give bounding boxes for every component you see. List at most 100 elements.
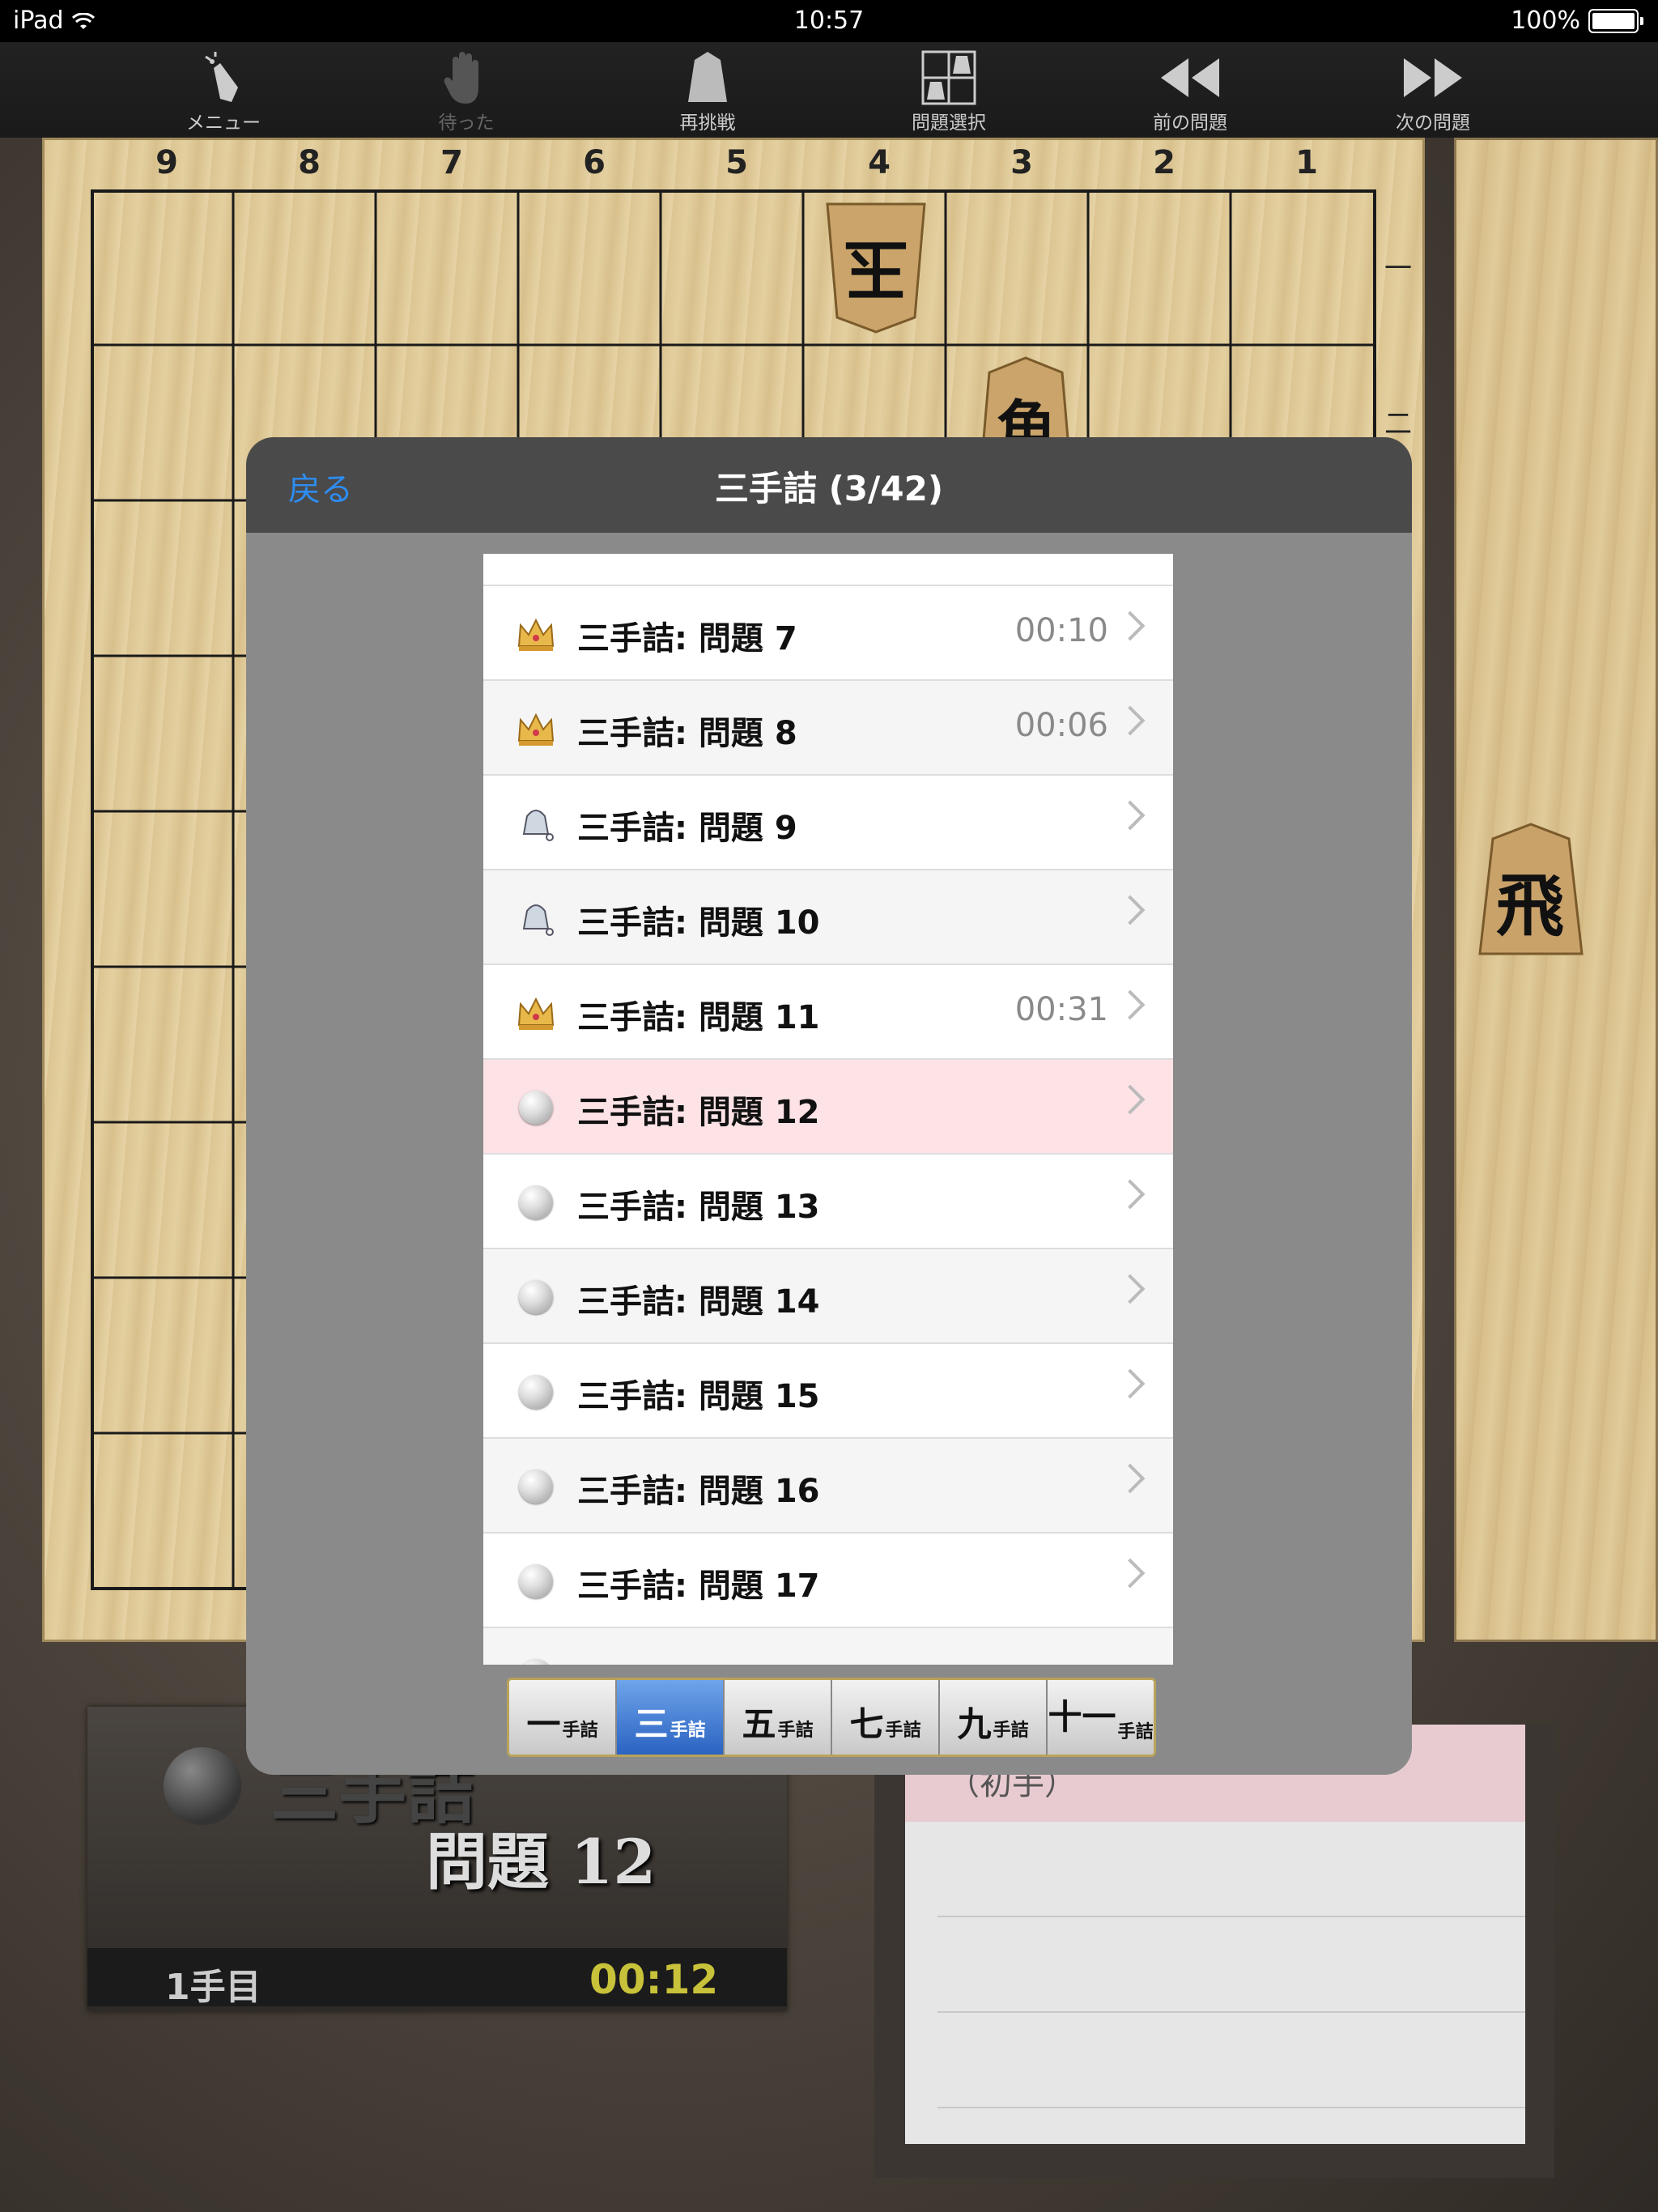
battery-percent: 100% bbox=[1511, 6, 1580, 35]
circle-icon bbox=[519, 1470, 553, 1504]
chevron-right-icon bbox=[1115, 705, 1146, 736]
row-time: 00:31 bbox=[1014, 991, 1108, 1028]
rewind-icon bbox=[1125, 49, 1255, 107]
list-item[interactable] bbox=[483, 1628, 1173, 1665]
row-label: 三手詰: 問題 8 bbox=[577, 715, 797, 752]
problem-select-label: 問題選択 bbox=[912, 113, 986, 134]
row-time: 00:10 bbox=[1014, 612, 1108, 649]
hand-icon bbox=[402, 49, 531, 107]
row-label: 三手詰: 問題 9 bbox=[577, 810, 797, 847]
chevron-right-icon bbox=[1115, 989, 1146, 1020]
undo-label: 待った bbox=[438, 113, 495, 134]
move-label: 1手目 bbox=[165, 1967, 261, 2008]
bell-icon bbox=[522, 810, 554, 841]
rank-label: 一 bbox=[1384, 253, 1412, 285]
rook-char: 飛 bbox=[1496, 866, 1565, 946]
moves-segmented-control[interactable]: 一手詰 三手詰 五手詰 七手詰 九手詰 十一 手詰 bbox=[507, 1678, 1156, 1757]
problem-row-8[interactable]: 三手詰: 問題 8 00:06 bbox=[483, 681, 1173, 776]
circle-icon bbox=[519, 1375, 553, 1409]
chevron-right-icon bbox=[1115, 1274, 1146, 1304]
problem-select-button[interactable]: 問題選択 bbox=[884, 49, 1014, 134]
file-label: 8 bbox=[298, 144, 321, 181]
menu-button[interactable]: メニュー bbox=[159, 49, 288, 134]
menu-tap-icon bbox=[159, 49, 288, 107]
segment-big: 一 bbox=[526, 1704, 561, 1744]
grid-select-icon bbox=[884, 49, 1014, 107]
segment-big: 九 bbox=[957, 1704, 992, 1744]
file-label: 5 bbox=[725, 144, 748, 181]
kifu-panel: （初手） bbox=[874, 1725, 1554, 2178]
battery-icon bbox=[1588, 8, 1643, 33]
clock: 10:57 bbox=[793, 6, 865, 35]
divider bbox=[937, 1916, 1525, 1917]
row-label: 三手詰: 問題 16 bbox=[577, 1473, 820, 1510]
crown-icon bbox=[517, 618, 555, 651]
segment-big: 五 bbox=[742, 1704, 776, 1744]
problem-list[interactable]: 三手詰: 問題 7 00:10 三手詰: 問題 8 00:06 三手詰: 問題 … bbox=[483, 554, 1173, 1665]
previous-problem-button[interactable]: 前の問題 bbox=[1125, 49, 1255, 134]
problem-row-9[interactable]: 三手詰: 問題 9 bbox=[483, 776, 1173, 870]
file-label: 4 bbox=[868, 144, 891, 181]
problem-row-12[interactable]: 三手詰: 問題 12 bbox=[483, 1060, 1173, 1155]
chevron-right-icon bbox=[1115, 895, 1146, 925]
problem-row-16[interactable]: 三手詰: 問題 16 bbox=[483, 1439, 1173, 1534]
bell-icon bbox=[522, 904, 554, 936]
row-label: 三手詰: 問題 10 bbox=[577, 904, 820, 942]
file-label: 9 bbox=[155, 144, 178, 181]
timer: 00:12 bbox=[589, 1956, 719, 2003]
problem-title: 問題 12 bbox=[426, 1826, 657, 1898]
bishop-piece[interactable]: 角 bbox=[973, 353, 1078, 450]
retry-button[interactable]: 再挑戦 bbox=[643, 49, 772, 134]
king-piece[interactable]: 玉 bbox=[819, 199, 933, 337]
chevron-right-icon bbox=[1115, 1558, 1146, 1589]
chevron-right-icon bbox=[1115, 1084, 1146, 1115]
row-label: 三手詰: 問題 12 bbox=[577, 1094, 820, 1131]
circle-icon bbox=[164, 1747, 241, 1825]
rank-label: 二 bbox=[1384, 408, 1412, 440]
modal-title: 三手詰 (3/42) bbox=[714, 469, 944, 508]
circle-icon bbox=[519, 1564, 553, 1598]
chevron-right-icon bbox=[1115, 1179, 1146, 1210]
chevron-right-icon bbox=[1115, 1463, 1146, 1494]
row-label: 三手詰: 問題 11 bbox=[577, 999, 820, 1036]
segment-1-move[interactable]: 一手詰 bbox=[509, 1680, 617, 1755]
segment-small: 手詰 bbox=[777, 1721, 814, 1741]
kifu-list[interactable]: （初手） bbox=[905, 1725, 1525, 2144]
problem-row-10[interactable]: 三手詰: 問題 10 bbox=[483, 870, 1173, 965]
problem-row-15[interactable]: 三手詰: 問題 15 bbox=[483, 1344, 1173, 1439]
crown-icon bbox=[517, 997, 555, 1030]
row-label: 三手詰: 問題 13 bbox=[577, 1189, 820, 1226]
segment-3-moves[interactable]: 三手詰 bbox=[617, 1680, 725, 1755]
rook-hand-piece[interactable]: 飛 bbox=[1470, 819, 1592, 959]
next-problem-button[interactable]: 次の問題 bbox=[1368, 49, 1498, 134]
problem-row-7[interactable]: 三手詰: 問題 7 00:10 bbox=[483, 586, 1173, 681]
chevron-right-icon bbox=[1115, 1368, 1146, 1399]
segment-11-moves[interactable]: 十一 手詰 bbox=[1048, 1680, 1154, 1755]
battery-area: 100% bbox=[1511, 6, 1643, 35]
circle-icon bbox=[519, 1280, 553, 1314]
circle-icon bbox=[519, 1659, 553, 1665]
segment-9-moves[interactable]: 九手詰 bbox=[940, 1680, 1048, 1755]
file-label: 3 bbox=[1010, 144, 1033, 181]
segment-big: 十一 bbox=[1048, 1697, 1116, 1737]
problem-row-11[interactable]: 三手詰: 問題 11 00:31 bbox=[483, 965, 1173, 1060]
undo-button[interactable]: 待った bbox=[402, 49, 531, 134]
toolbar: メニュー 待った 再挑戦 問題選択 前の問題 次の問題 bbox=[0, 42, 1658, 138]
problem-row-14[interactable]: 三手詰: 問題 14 bbox=[483, 1249, 1173, 1344]
segment-big: 三 bbox=[634, 1704, 669, 1744]
row-label: 三手詰: 問題 17 bbox=[577, 1568, 820, 1605]
chevron-right-icon bbox=[1115, 800, 1146, 831]
segment-small: 手詰 bbox=[1117, 1722, 1154, 1742]
segment-small: 手詰 bbox=[885, 1721, 921, 1741]
row-label: 三手詰: 問題 7 bbox=[577, 620, 797, 657]
row-label: 三手詰: 問題 14 bbox=[577, 1283, 820, 1321]
fast-forward-icon bbox=[1368, 49, 1498, 107]
problem-row-17[interactable]: 三手詰: 問題 17 bbox=[483, 1534, 1173, 1628]
menu-label: メニュー bbox=[186, 113, 261, 134]
crown-icon bbox=[517, 713, 555, 746]
segment-7-moves[interactable]: 七手詰 bbox=[832, 1680, 940, 1755]
segment-5-moves[interactable]: 五手詰 bbox=[725, 1680, 832, 1755]
list-item[interactable] bbox=[483, 554, 1173, 586]
file-label: 1 bbox=[1295, 144, 1318, 181]
problem-row-13[interactable]: 三手詰: 問題 13 bbox=[483, 1155, 1173, 1249]
